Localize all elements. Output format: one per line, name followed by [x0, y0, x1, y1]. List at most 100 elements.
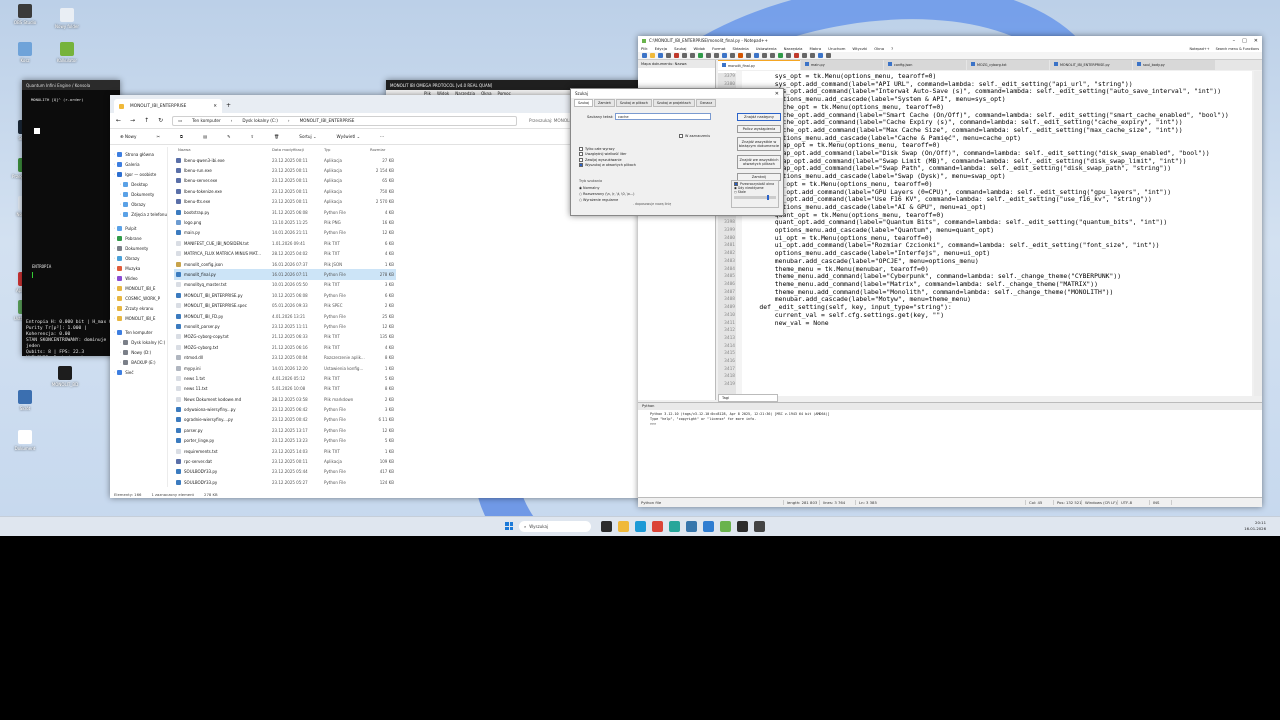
file-row[interactable]: MATRYCA_FLUX MATRICA MINUS MAT... 28.12.2…: [174, 249, 396, 259]
nav-item[interactable]: › Dysk lokalny (C:): [110, 337, 167, 347]
breadcrumb-item[interactable]: Dysk lokalny (C:): [242, 118, 278, 123]
in-selection-checkbox[interactable]: W zaznaczeniu: [679, 134, 710, 138]
npp-menu-item[interactable]: Edycja: [655, 46, 668, 51]
toolbar-icon[interactable]: [674, 53, 679, 58]
toolbar-icon[interactable]: [786, 53, 791, 58]
file-row[interactable]: monolit_parser.py 23.12.2025 11:11 Python …: [174, 321, 396, 331]
find-dialog-tab[interactable]: Szukaj w projektach: [652, 99, 695, 107]
close-icon[interactable]: ✕: [775, 91, 779, 97]
npp-menu-item[interactable]: Wtyczki: [852, 46, 867, 51]
toolbar-icon[interactable]: [754, 53, 759, 58]
file-row[interactable]: bootstrap.py 31.12.2025 06:08 Python File 4…: [174, 207, 396, 217]
find-dialog-tab[interactable]: Szukaj w plikach: [615, 99, 652, 107]
chevron-right-icon[interactable]: ›: [120, 340, 121, 344]
npp-menu-item[interactable]: Okno: [874, 46, 884, 51]
shell-output[interactable]: Python 3.12.10 (tags/v3.12.10:0cc8128, A…: [638, 410, 1262, 429]
chevron-right-icon[interactable]: ›: [120, 360, 121, 364]
terminal-icon[interactable]: [737, 521, 748, 532]
new-button[interactable]: ⊕ Nowy: [120, 134, 136, 139]
find-input[interactable]: cache: [615, 113, 711, 120]
toolbar-icon[interactable]: [706, 53, 711, 58]
minimize-icon[interactable]: –: [1233, 38, 1236, 44]
copilot-icon[interactable]: [669, 521, 680, 532]
new-tab-icon[interactable]: +: [226, 102, 231, 109]
file-row[interactable]: logo.png 13.10.2025 11:25 Plik PNG 16 KB: [174, 217, 396, 227]
file-row[interactable]: odywaiona-wiersyfiny...py 23.12.2025 06:4…: [174, 404, 396, 414]
code-text[interactable]: sys_opt = tk.Menu(options_menu, tearoff=…: [744, 72, 1229, 328]
desktop-icon[interactable]: Kosz: [8, 42, 42, 63]
nav-item[interactable]: › Zdjęcia z telefonu: [110, 209, 167, 219]
view-button[interactable]: Wyświetl ⌄: [337, 134, 361, 139]
npp-right-menu-item[interactable]: Search menu & Functions: [1216, 47, 1259, 51]
file-row[interactable]: ntmod.dll 23.12.2025 00:04 Rozszerzenie ap…: [174, 352, 396, 362]
file-row[interactable]: requirements.txt 23.12.2025 14:03 Plik TXT…: [174, 446, 396, 456]
chevron-right-icon[interactable]: ›: [114, 152, 115, 156]
toolbar-icon[interactable]: [650, 53, 655, 58]
file-row[interactable]: Ibenu-tts.exe 23.12.2025 00:11 Aplikacja 2 …: [174, 197, 396, 207]
code-line[interactable]: new_val = None: [744, 319, 1229, 328]
terminal-titlebar[interactable]: Quantum Infini Engine / Konsola: [22, 80, 120, 90]
file-row[interactable]: porter_linge.py 23.12.2025 13:23 Python Fi…: [174, 436, 396, 446]
column-date[interactable]: Data modyfikacji: [272, 147, 324, 155]
find-dialog[interactable]: Szukaj ✕ Szukaj Zamień Szukaj w plikach Szu…: [570, 88, 784, 216]
nav-item[interactable]: › Dokumenty: [110, 243, 167, 253]
nav-item[interactable]: › Desktop: [110, 179, 167, 189]
file-row[interactable]: news 1.txt 4.01.2026 05:12 Plik TXT 5 KB: [174, 373, 396, 383]
find-dialog-tab[interactable]: Zamień: [594, 99, 615, 107]
nav-item[interactable]: › Zrzuty ekranu: [110, 303, 167, 313]
file-row[interactable]: MANIFEST_CUE_IBI_NOSIDEN.txt 1.01.2026 09…: [174, 238, 396, 248]
chevron-right-icon[interactable]: ›: [120, 182, 121, 186]
cut-icon[interactable]: ✂: [156, 134, 160, 139]
find-dialog-button[interactable]: Policz wystąpienia: [737, 125, 781, 133]
npp-menu-item[interactable]: Ustawienia: [756, 46, 777, 51]
npp-tab[interactable]: config.json: [884, 60, 966, 70]
nav-item[interactable]: › Sieć: [110, 367, 167, 377]
find-dialog-button[interactable]: Znajdź wszystkie w bieżącym dokumencie: [737, 137, 781, 151]
maximize-icon[interactable]: □: [1242, 38, 1247, 44]
copy-icon[interactable]: ⧉: [180, 134, 183, 139]
file-row[interactable]: monolityq_master.txt 10.01.2026 05:50 Plik…: [174, 280, 396, 290]
nav-item[interactable]: › Dokumenty: [110, 189, 167, 199]
file-row[interactable]: monolit_config.json 16.01.2026 07:37 Plik …: [174, 259, 396, 269]
share-icon[interactable]: ⇪: [250, 134, 254, 139]
npp-right-menu-item[interactable]: Notepad++: [1190, 47, 1210, 51]
npp-tab[interactable]: monolit_final.py: [718, 60, 800, 70]
npp-menu-item[interactable]: Makra: [809, 46, 821, 51]
file-explorer-window[interactable]: MONOLIT_IBI_ENTERPRISE ✕ + –□✕ ← → ↑ ↻ ▭ Te…: [110, 95, 640, 498]
npp-menu-item[interactable]: Składnia: [733, 46, 749, 51]
nav-item[interactable]: › Pobrane: [110, 233, 167, 243]
notepadpp-icon[interactable]: [720, 521, 731, 532]
chevron-right-icon[interactable]: ›: [114, 286, 115, 290]
toolbar-icon[interactable]: [746, 53, 751, 58]
refresh-icon[interactable]: ↻: [158, 117, 163, 124]
close-tab-icon[interactable]: ✕: [213, 104, 217, 109]
column-type[interactable]: Typ: [324, 147, 370, 155]
chrome-icon[interactable]: [652, 521, 663, 532]
desktop-icon[interactable]: OBS Studio: [8, 4, 42, 25]
npp-menu-item[interactable]: Uruchom: [828, 46, 845, 51]
file-row[interactable]: main.py 14.01.2026 21:11 Python File 12 KB: [174, 228, 396, 238]
file-row[interactable]: MONOLIT_IBI_FD.py 4.01.2026 13:21 Python F…: [174, 311, 396, 321]
desktop-icon[interactable]: Skrót: [8, 390, 42, 411]
file-row[interactable]: parser.py 23.12.2025 13:17 Python File 12 K…: [174, 425, 396, 435]
transparency-always-radio[interactable]: ○ Stale: [734, 190, 776, 194]
transparency-slider[interactable]: [734, 195, 776, 200]
column-size[interactable]: Rozmiar: [370, 147, 398, 155]
tags-tab[interactable]: Tagi: [718, 394, 778, 402]
toolbar-icon[interactable]: [714, 53, 719, 58]
toolbar-icon[interactable]: [698, 53, 703, 58]
file-row[interactable]: News Dokument kodowe.md 28.12.2025 03:58 P…: [174, 394, 396, 404]
file-row[interactable]: Ibenu-server.exe 23.12.2025 00:11 Aplikacj…: [174, 176, 396, 186]
file-row[interactable]: mypy.ini 14.01.2026 12:20 Ustawienia konfi…: [174, 363, 396, 373]
npp-menu-item[interactable]: Plik: [641, 46, 648, 51]
nav-item[interactable]: › COSMIC_WORK_P: [110, 293, 167, 303]
find-dialog-tab[interactable]: Oznacz: [695, 99, 717, 107]
desktop-label-monolit[interactable]: MONOLIT_BD: [48, 366, 82, 387]
back-icon[interactable]: ←: [116, 117, 121, 124]
file-row[interactable]: rpc-server.dat 23.12.2025 00:11 Aplikacja 1…: [174, 456, 396, 466]
npp-menu-item[interactable]: Narzędzia: [784, 46, 803, 51]
more-icon[interactable]: ···: [380, 134, 384, 139]
nav-item[interactable]: › Pulpit: [110, 223, 167, 233]
chevron-right-icon[interactable]: ›: [114, 306, 115, 310]
file-row[interactable]: monolit_final.py 16.01.2026 07:11 Python F…: [174, 269, 396, 280]
